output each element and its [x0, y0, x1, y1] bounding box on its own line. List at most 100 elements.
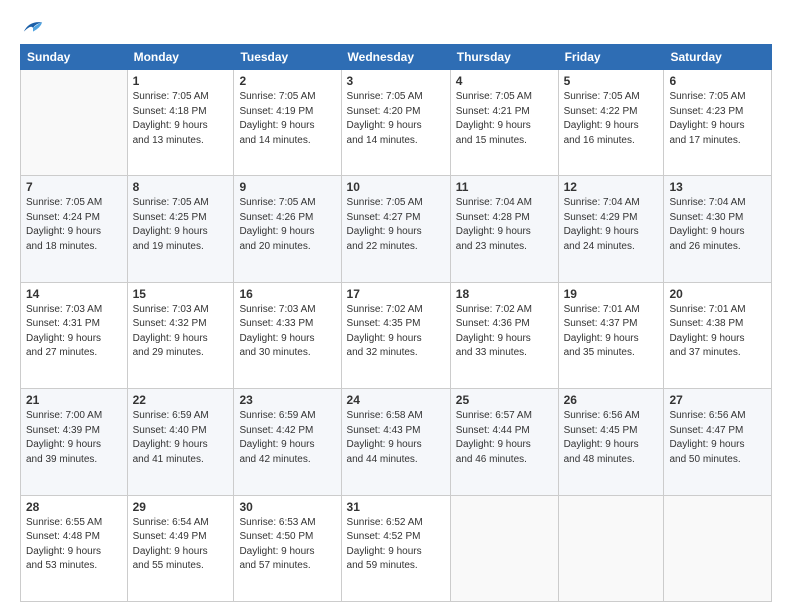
day-info: Sunrise: 7:04 AMSunset: 4:28 PMDaylight:…: [456, 196, 553, 254]
day-info: Sunrise: 7:05 AMSunset: 4:19 PMDaylight:…: [239, 90, 335, 148]
calendar-header-row: SundayMondayTuesdayWednesdayThursdayFrid…: [21, 45, 772, 70]
calendar-cell: [450, 495, 558, 601]
calendar-cell: 21Sunrise: 7:00 AMSunset: 4:39 PMDayligh…: [21, 389, 128, 495]
calendar-header-thursday: Thursday: [450, 45, 558, 70]
day-number: 13: [669, 180, 766, 194]
calendar-cell: 8Sunrise: 7:05 AMSunset: 4:25 PMDaylight…: [127, 176, 234, 282]
calendar-cell: 23 Sunrise: 6:59 AMSunset: 4:42 PMDayligh…: [234, 389, 341, 495]
calendar-header-wednesday: Wednesday: [341, 45, 450, 70]
day-number: 4: [456, 74, 553, 88]
day-info: Sunrise: 7:03 AMSunset: 4:31 PMDaylight:…: [26, 303, 122, 361]
calendar-cell: 17Sunrise: 7:02 AMSunset: 4:35 PMDayligh…: [341, 282, 450, 388]
day-number: 28: [26, 500, 122, 514]
calendar-cell: 10Sunrise: 7:05 AMSunset: 4:27 PMDayligh…: [341, 176, 450, 282]
day-info: Sunrise: 7:03 AMSunset: 4:32 PMDaylight:…: [133, 303, 229, 361]
day-number: 2: [239, 74, 335, 88]
day-number: 20: [669, 287, 766, 301]
day-info: Sunrise: 7:01 AMSunset: 4:37 PMDaylight:…: [564, 303, 659, 361]
day-number: 9: [239, 180, 335, 194]
day-number: 22: [133, 393, 229, 407]
logo-bird-icon: [22, 18, 44, 36]
day-info: Sunrise: 6:56 AMSunset: 4:45 PMDaylight:…: [564, 409, 659, 467]
calendar-week-3: 14 Sunrise: 7:03 AMSunset: 4:31 PMDayligh…: [21, 282, 772, 388]
calendar-week-4: 21Sunrise: 7:00 AMSunset: 4:39 PMDayligh…: [21, 389, 772, 495]
day-info: Sunrise: 6:57 AMSunset: 4:44 PMDaylight:…: [456, 409, 553, 467]
day-info: Sunrise: 7:05 AMSunset: 4:18 PMDaylight:…: [133, 90, 229, 148]
calendar-header-friday: Friday: [558, 45, 664, 70]
calendar-cell: 24 Sunrise: 6:58 AMSunset: 4:43 PMDayligh…: [341, 389, 450, 495]
calendar-week-1: 1 Sunrise: 7:05 AMSunset: 4:18 PMDaylight…: [21, 70, 772, 176]
calendar-week-5: 28 Sunrise: 6:55 AMSunset: 4:48 PMDayligh…: [21, 495, 772, 601]
day-number: 7: [26, 180, 122, 194]
calendar-header-sunday: Sunday: [21, 45, 128, 70]
day-info: Sunrise: 6:52 AMSunset: 4:52 PMDaylight:…: [347, 516, 445, 574]
logo-text: [20, 18, 44, 36]
calendar-cell: 11 Sunrise: 7:04 AMSunset: 4:28 PMDayligh…: [450, 176, 558, 282]
day-info: Sunrise: 7:04 AMSunset: 4:29 PMDaylight:…: [564, 196, 659, 254]
day-number: 21: [26, 393, 122, 407]
header: [20, 18, 772, 36]
calendar-cell: 25 Sunrise: 6:57 AMSunset: 4:44 PMDayligh…: [450, 389, 558, 495]
day-number: 14: [26, 287, 122, 301]
day-number: 24: [347, 393, 445, 407]
calendar-cell: 20 Sunrise: 7:01 AMSunset: 4:38 PMDayligh…: [664, 282, 772, 388]
calendar-cell: 6Sunrise: 7:05 AMSunset: 4:23 PMDaylight…: [664, 70, 772, 176]
calendar-week-2: 7 Sunrise: 7:05 AMSunset: 4:24 PMDaylight…: [21, 176, 772, 282]
day-info: Sunrise: 7:02 AMSunset: 4:36 PMDaylight:…: [456, 303, 553, 361]
calendar-cell: 29 Sunrise: 6:54 AMSunset: 4:49 PMDayligh…: [127, 495, 234, 601]
day-info: Sunrise: 6:54 AMSunset: 4:49 PMDaylight:…: [133, 516, 229, 574]
day-number: 29: [133, 500, 229, 514]
day-number: 5: [564, 74, 659, 88]
day-info: Sunrise: 7:03 AMSunset: 4:33 PMDaylight:…: [239, 303, 335, 361]
day-info: Sunrise: 7:05 AMSunset: 4:20 PMDaylight:…: [347, 90, 445, 148]
day-number: 19: [564, 287, 659, 301]
day-info: Sunrise: 7:05 AMSunset: 4:22 PMDaylight:…: [564, 90, 659, 148]
day-number: 15: [133, 287, 229, 301]
day-number: 3: [347, 74, 445, 88]
calendar-cell: 4 Sunrise: 7:05 AMSunset: 4:21 PMDaylight…: [450, 70, 558, 176]
day-info: Sunrise: 7:01 AMSunset: 4:38 PMDaylight:…: [669, 303, 766, 361]
calendar-cell: 22 Sunrise: 6:59 AMSunset: 4:40 PMDayligh…: [127, 389, 234, 495]
day-number: 16: [239, 287, 335, 301]
day-info: Sunrise: 6:53 AMSunset: 4:50 PMDaylight:…: [239, 516, 335, 574]
day-info: Sunrise: 7:04 AMSunset: 4:30 PMDaylight:…: [669, 196, 766, 254]
calendar-cell: 15 Sunrise: 7:03 AMSunset: 4:32 PMDayligh…: [127, 282, 234, 388]
calendar-cell: 19 Sunrise: 7:01 AMSunset: 4:37 PMDayligh…: [558, 282, 664, 388]
calendar-table: SundayMondayTuesdayWednesdayThursdayFrid…: [20, 44, 772, 602]
day-number: 17: [347, 287, 445, 301]
day-number: 6: [669, 74, 766, 88]
calendar-cell: 26 Sunrise: 6:56 AMSunset: 4:45 PMDayligh…: [558, 389, 664, 495]
day-number: 23: [239, 393, 335, 407]
logo: [20, 18, 44, 36]
calendar-cell: 2 Sunrise: 7:05 AMSunset: 4:19 PMDaylight…: [234, 70, 341, 176]
calendar-cell: 18Sunrise: 7:02 AMSunset: 4:36 PMDayligh…: [450, 282, 558, 388]
day-number: 27: [669, 393, 766, 407]
calendar-cell: 13 Sunrise: 7:04 AMSunset: 4:30 PMDayligh…: [664, 176, 772, 282]
day-info: Sunrise: 6:59 AMSunset: 4:42 PMDaylight:…: [239, 409, 335, 467]
calendar-cell: 28 Sunrise: 6:55 AMSunset: 4:48 PMDayligh…: [21, 495, 128, 601]
calendar-cell: 31Sunrise: 6:52 AMSunset: 4:52 PMDayligh…: [341, 495, 450, 601]
calendar-cell: [558, 495, 664, 601]
day-info: Sunrise: 6:58 AMSunset: 4:43 PMDaylight:…: [347, 409, 445, 467]
day-number: 10: [347, 180, 445, 194]
day-number: 30: [239, 500, 335, 514]
calendar-cell: 3 Sunrise: 7:05 AMSunset: 4:20 PMDaylight…: [341, 70, 450, 176]
calendar-cell: 1 Sunrise: 7:05 AMSunset: 4:18 PMDaylight…: [127, 70, 234, 176]
day-number: 26: [564, 393, 659, 407]
calendar-cell: 7 Sunrise: 7:05 AMSunset: 4:24 PMDaylight…: [21, 176, 128, 282]
calendar-cell: 12Sunrise: 7:04 AMSunset: 4:29 PMDayligh…: [558, 176, 664, 282]
day-number: 8: [133, 180, 229, 194]
calendar-cell: 14 Sunrise: 7:03 AMSunset: 4:31 PMDayligh…: [21, 282, 128, 388]
day-info: Sunrise: 7:05 AMSunset: 4:24 PMDaylight:…: [26, 196, 122, 254]
day-info: Sunrise: 6:55 AMSunset: 4:48 PMDaylight:…: [26, 516, 122, 574]
calendar-cell: [664, 495, 772, 601]
day-number: 25: [456, 393, 553, 407]
calendar-cell: [21, 70, 128, 176]
day-info: Sunrise: 6:59 AMSunset: 4:40 PMDaylight:…: [133, 409, 229, 467]
calendar-header-saturday: Saturday: [664, 45, 772, 70]
day-info: Sunrise: 7:05 AMSunset: 4:21 PMDaylight:…: [456, 90, 553, 148]
day-number: 11: [456, 180, 553, 194]
page: SundayMondayTuesdayWednesdayThursdayFrid…: [0, 0, 792, 612]
day-info: Sunrise: 6:56 AMSunset: 4:47 PMDaylight:…: [669, 409, 766, 467]
day-number: 1: [133, 74, 229, 88]
